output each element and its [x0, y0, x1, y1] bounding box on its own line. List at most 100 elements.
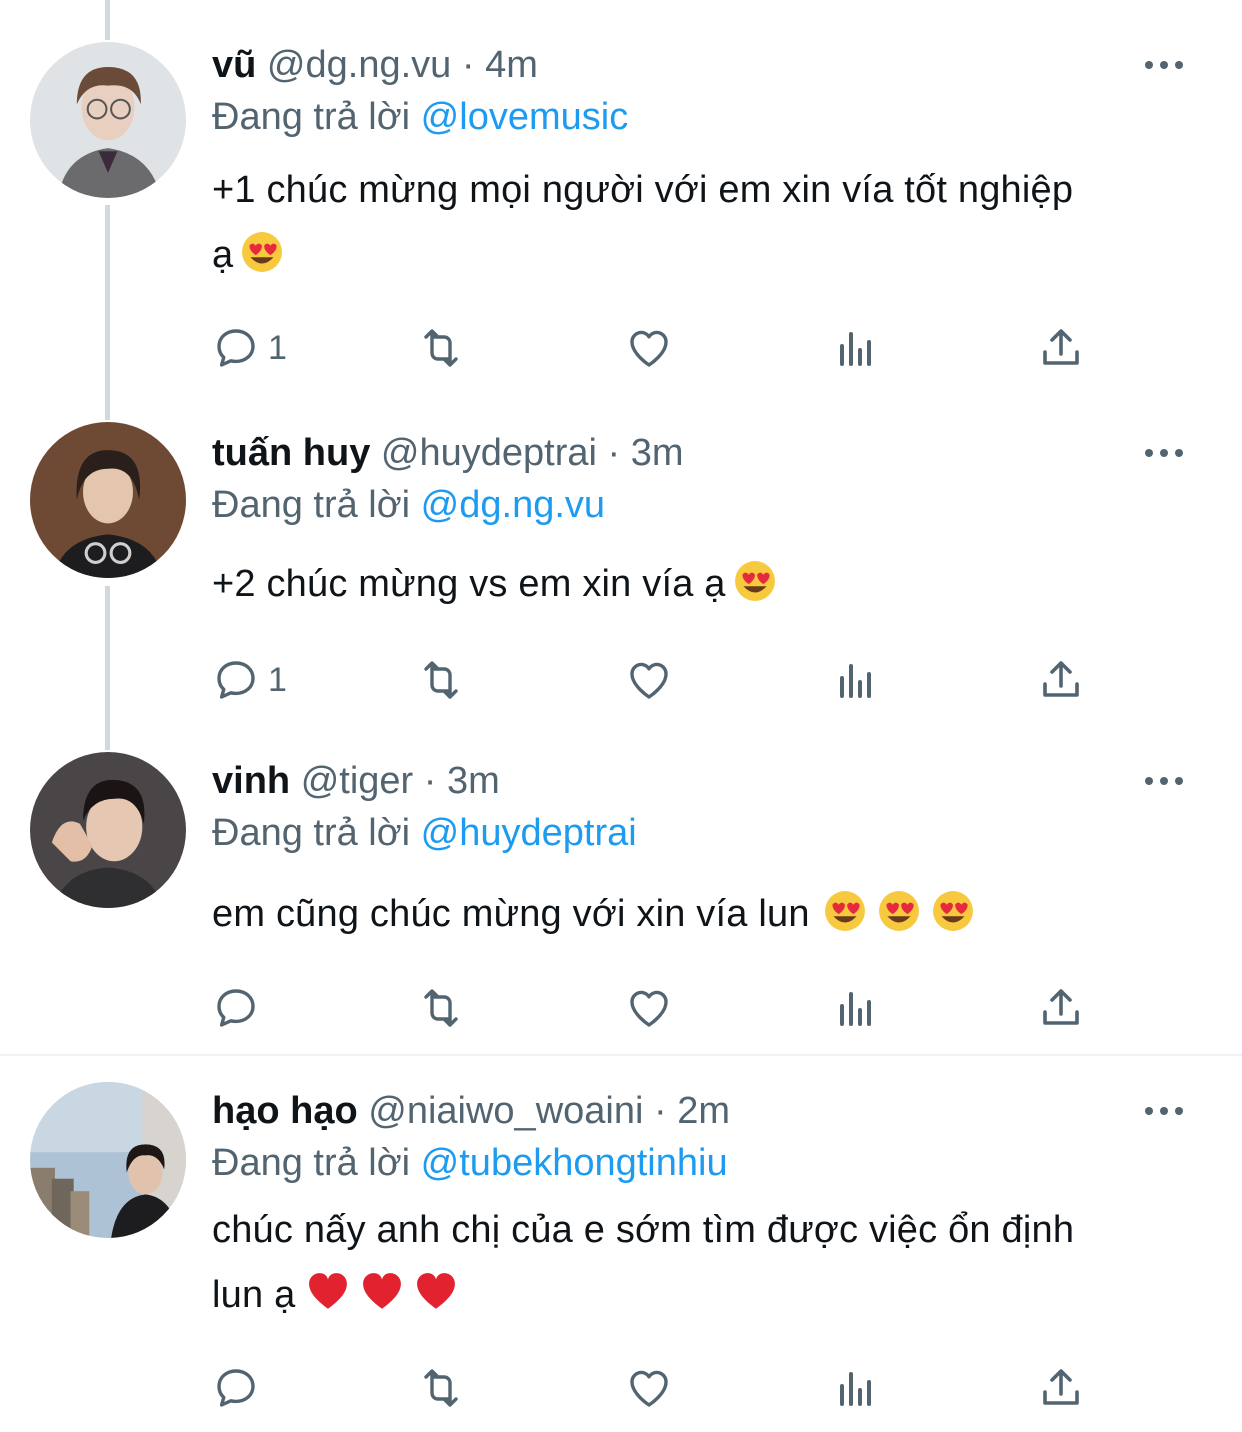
more-options-icon[interactable]	[1140, 428, 1188, 478]
retweet-icon	[424, 1369, 458, 1407]
tweet-text: +1 chúc mừng mọi người với em xin vía tố…	[212, 158, 1073, 288]
red-heart-emoji-icon	[415, 1269, 457, 1311]
avatar[interactable]	[30, 42, 186, 198]
display-name[interactable]: vũ	[212, 44, 256, 86]
retweet-button[interactable]	[417, 978, 465, 1038]
retweet-icon	[424, 989, 458, 1027]
display-name[interactable]: hạo hạo	[212, 1090, 358, 1132]
retweet-button[interactable]	[417, 1358, 465, 1418]
avatar[interactable]	[30, 422, 186, 578]
replying-to: Đang trả lời @dg.ng.vu	[212, 480, 605, 530]
share-icon	[1043, 1369, 1079, 1405]
reply-button[interactable]	[212, 978, 260, 1038]
tweet[interactable]: vũ @dg.ng.vu · 4m Đang trả lời @lovemusi…	[0, 40, 1242, 400]
share-icon	[1043, 989, 1079, 1025]
heart-icon	[630, 330, 668, 367]
tweet-text-line-2: ạ	[212, 223, 1073, 288]
views-button[interactable]	[832, 978, 880, 1038]
share-button[interactable]	[1037, 1358, 1085, 1418]
tweet-text: chúc nấy anh chị của e sớm tìm được việc…	[212, 1198, 1074, 1328]
red-heart-emoji-icon	[307, 1269, 349, 1311]
timestamp[interactable]: 4m	[485, 44, 538, 86]
retweet-icon	[424, 661, 458, 699]
reply-button[interactable]: 1	[212, 650, 287, 710]
tweet-text-end: ạ	[212, 234, 234, 276]
tweet-header: vinh @tiger · 3m	[212, 756, 500, 806]
reply-icon	[217, 989, 255, 1027]
tweet-text-content: +2 chúc mừng vs em xin vía ạ	[212, 563, 726, 605]
tweet-header: hạo hạo @niaiwo_woaini · 2m	[212, 1086, 730, 1136]
display-name[interactable]: vinh	[212, 760, 290, 802]
like-button[interactable]	[625, 650, 673, 710]
tweet-actions	[212, 1358, 1092, 1418]
heart-icon	[630, 662, 668, 699]
avatar-photo	[30, 42, 186, 198]
timestamp[interactable]: 3m	[631, 432, 684, 474]
like-button[interactable]	[625, 1358, 673, 1418]
timestamp[interactable]: 3m	[447, 760, 500, 802]
like-button[interactable]	[625, 978, 673, 1038]
reply-count: 1	[268, 328, 287, 367]
heart-icon	[630, 1370, 668, 1407]
tweet[interactable]: hạo hạo @niaiwo_woaini · 2m Đang trả lời…	[0, 1082, 1242, 1432]
tweet[interactable]: vinh @tiger · 3m Đang trả lời @huydeptra…	[0, 752, 1242, 1052]
tweet-text-line: chúc nấy anh chị của e sớm tìm được việc…	[212, 1209, 1075, 1251]
like-button[interactable]	[625, 318, 673, 378]
tweet-header: vũ @dg.ng.vu · 4m	[212, 40, 538, 90]
mention-link[interactable]: @huydeptrai	[421, 812, 637, 854]
separator-dot: ·	[607, 432, 621, 474]
thread-divider	[0, 1054, 1242, 1056]
heart-icon	[630, 990, 668, 1027]
mention-link[interactable]: @lovemusic	[421, 96, 629, 138]
share-icon	[1043, 661, 1079, 697]
heart-eyes-emoji-icon	[878, 888, 920, 931]
mention-link[interactable]: @tubekhongtinhiu	[421, 1142, 728, 1184]
more-options-icon[interactable]	[1140, 1086, 1188, 1136]
user-handle[interactable]: @tiger	[301, 760, 414, 802]
tweet-text-content: em cũng chúc mừng với xin vía lun	[212, 893, 810, 935]
share-button[interactable]	[1037, 650, 1085, 710]
tweet-text: +2 chúc mừng vs em xin vía ạ	[212, 552, 776, 617]
user-handle[interactable]: @huydeptrai	[381, 432, 597, 474]
more-options-icon[interactable]	[1140, 756, 1188, 806]
share-button[interactable]	[1037, 318, 1085, 378]
avatar[interactable]	[30, 1082, 186, 1238]
tweet[interactable]: tuấn huy @huydeptrai · 3m Đang trả lời @…	[0, 422, 1242, 722]
heart-eyes-emoji-icon	[932, 888, 974, 931]
tweet-header: tuấn huy @huydeptrai · 3m	[212, 428, 684, 478]
timestamp[interactable]: 2m	[677, 1090, 730, 1132]
tweet-text-line: em cũng chúc mừng với xin vía lun	[212, 882, 974, 947]
views-button[interactable]	[832, 650, 880, 710]
thread-line	[105, 0, 110, 40]
replying-label: Đang trả lời	[212, 812, 411, 854]
mention-link[interactable]: @dg.ng.vu	[421, 484, 605, 526]
user-handle[interactable]: @niaiwo_woaini	[368, 1090, 643, 1132]
share-button[interactable]	[1037, 978, 1085, 1038]
separator-dot: ·	[461, 44, 475, 86]
display-name[interactable]: tuấn huy	[212, 432, 370, 474]
tweet-text-end: lun ạ	[212, 1274, 296, 1316]
analytics-icon	[840, 992, 871, 1026]
separator-dot: ·	[653, 1090, 667, 1132]
avatar-photo	[30, 752, 186, 908]
reply-button[interactable]	[212, 1358, 260, 1418]
replying-to: Đang trả lời @lovemusic	[212, 92, 628, 142]
views-button[interactable]	[832, 318, 880, 378]
retweet-button[interactable]	[417, 650, 465, 710]
heart-eyes-emoji-icon	[734, 558, 776, 601]
heart-eyes-emoji-icon	[824, 888, 866, 931]
avatar[interactable]	[30, 752, 186, 908]
replying-label: Đang trả lời	[212, 96, 411, 138]
share-icon	[1043, 329, 1079, 365]
reply-button[interactable]: 1	[212, 318, 287, 378]
replying-label: Đang trả lời	[212, 484, 411, 526]
retweet-button[interactable]	[417, 318, 465, 378]
more-options-icon[interactable]	[1140, 40, 1188, 90]
replying-to: Đang trả lời @huydeptrai	[212, 808, 637, 858]
avatar-photo	[30, 1082, 186, 1238]
replying-label: Đang trả lời	[212, 1142, 411, 1184]
user-handle[interactable]: @dg.ng.vu	[267, 44, 451, 86]
heart-eyes-emoji-icon	[241, 229, 283, 272]
views-button[interactable]	[832, 1358, 880, 1418]
analytics-icon	[840, 332, 871, 366]
